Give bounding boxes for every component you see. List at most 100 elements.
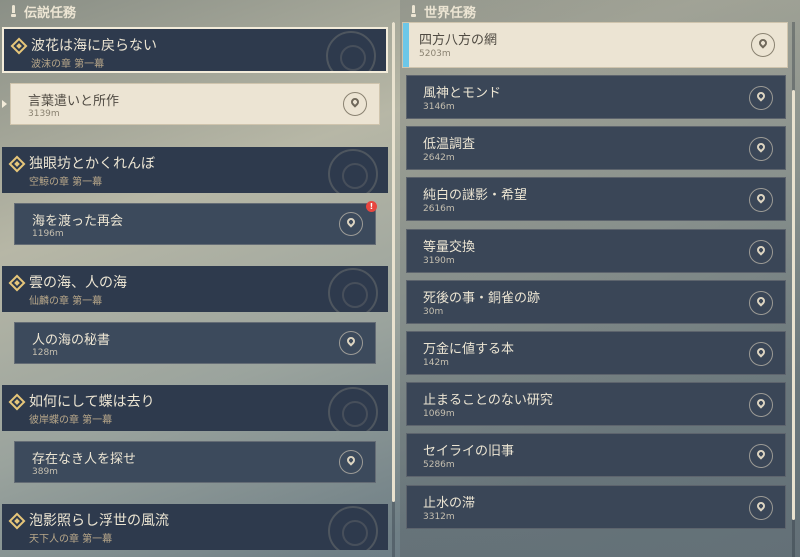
world-scrollbar[interactable] xyxy=(792,22,795,557)
legend-quest-panel: 伝説任務 波花は海に戻らない 波沫の章 第一幕 言葉遣いと所作 3139m 独眼… xyxy=(0,0,395,557)
navigate-button[interactable] xyxy=(339,212,363,236)
chapter-emblem-icon xyxy=(328,506,378,550)
quest-step-name: 人の海の秘書 xyxy=(32,333,111,348)
legend-scrollbar-thumb[interactable] xyxy=(392,22,395,502)
map-pin-icon xyxy=(755,90,767,102)
world-quest-distance: 5286m xyxy=(423,460,455,470)
world-quest-item[interactable]: 風神とモンド 3146m xyxy=(406,75,786,119)
navigate-button[interactable] xyxy=(749,444,773,468)
quest-step-name: 存在なき人を探せ xyxy=(32,452,137,467)
legend-quest-item[interactable]: 泡影照らし浮世の風流 天下人の章 第一幕 xyxy=(2,504,388,550)
map-pin-icon xyxy=(755,397,767,409)
legend-quest-item[interactable]: 如何にして蝶は去り 彼岸蝶の章 第一幕 xyxy=(2,385,388,431)
map-pin-icon xyxy=(757,37,769,49)
world-quest-distance: 2616m xyxy=(423,204,455,214)
world-quest-distance: 2642m xyxy=(423,153,455,163)
legend-quest-item[interactable]: 雲の海、人の海 仙麟の章 第一幕 xyxy=(2,266,388,312)
world-quest-item[interactable]: 純白の謎影・希望 2616m xyxy=(406,177,786,221)
map-pin-icon xyxy=(349,96,361,108)
legend-quest-name: 波花は海に戻らない xyxy=(31,38,157,54)
legend-diamond-icon xyxy=(8,274,26,292)
navigate-button[interactable] xyxy=(339,450,363,474)
world-quest-header: 世界任務 xyxy=(400,0,800,22)
navigate-button[interactable] xyxy=(343,92,367,116)
quest-step-name: 海を渡った再会 xyxy=(32,214,124,229)
world-quest-panel: 世界任務 四方八方の網 5203m 風神とモンド 3146m 低温調査 2642… xyxy=(400,0,800,557)
map-pin-icon xyxy=(755,448,767,460)
world-quest-item[interactable]: 死後の事・銅雀の跡 30m xyxy=(406,280,786,324)
world-quest-item[interactable]: セイライの旧事 5286m xyxy=(406,433,786,477)
notification-badge: ! xyxy=(366,201,377,212)
world-quest-name: セイライの旧事 xyxy=(423,444,515,459)
world-quest-item[interactable]: 四方八方の網 5203m xyxy=(402,22,788,68)
legend-quest-header: 伝説任務 xyxy=(0,0,392,22)
quest-step-item[interactable]: 言葉遣いと所作 3139m xyxy=(10,83,380,125)
legend-diamond-icon xyxy=(8,155,26,173)
world-quest-distance: 3312m xyxy=(423,512,455,522)
world-quest-item[interactable]: 万金に値する本 142m xyxy=(406,331,786,375)
legend-diamond-icon xyxy=(8,393,26,411)
quest-step-name: 言葉遣いと所作 xyxy=(28,94,120,109)
quest-step-distance: 3139m xyxy=(28,109,60,119)
map-pin-icon xyxy=(755,295,767,307)
world-quest-name: 死後の事・銅雀の跡 xyxy=(423,291,541,306)
world-quest-distance: 3146m xyxy=(423,102,455,112)
navigate-button[interactable] xyxy=(749,137,773,161)
map-pin-icon xyxy=(755,500,767,512)
exclamation-icon xyxy=(410,5,416,17)
legend-quest-chapter: 空鯨の章 第一幕 xyxy=(29,177,103,188)
legend-quest-name: 雲の海、人の海 xyxy=(29,275,127,291)
legend-diamond-icon xyxy=(8,512,26,530)
map-pin-icon xyxy=(755,244,767,256)
map-pin-icon xyxy=(345,335,357,347)
navigate-button[interactable] xyxy=(339,331,363,355)
world-quest-name: 風神とモンド xyxy=(423,86,502,101)
legend-diamond-icon xyxy=(10,37,28,55)
world-quest-name: 四方八方の網 xyxy=(419,33,498,48)
navigate-button[interactable] xyxy=(749,393,773,417)
map-pin-icon xyxy=(345,454,357,466)
navigate-button[interactable] xyxy=(749,240,773,264)
quest-step-item[interactable]: 存在なき人を探せ 389m xyxy=(14,441,376,483)
world-quest-header-label: 世界任務 xyxy=(424,5,477,21)
legend-quest-header-label: 伝説任務 xyxy=(24,5,77,21)
legend-quest-chapter: 仙麟の章 第一幕 xyxy=(29,296,103,307)
chapter-emblem-icon xyxy=(328,149,378,193)
legend-quest-item[interactable]: 独眼坊とかくれんぼ 空鯨の章 第一幕 xyxy=(2,147,388,193)
quest-step-item[interactable]: 海を渡った再会 1196m ! xyxy=(14,201,377,245)
legend-quest-name: 泡影照らし浮世の風流 xyxy=(29,513,169,529)
world-quest-name: 等量交換 xyxy=(423,240,476,255)
quest-step-distance: 1196m xyxy=(32,229,64,239)
exclamation-icon xyxy=(10,5,16,17)
selection-accent-bar xyxy=(403,23,409,67)
chapter-emblem-icon xyxy=(326,31,376,71)
map-pin-icon xyxy=(755,346,767,358)
navigate-button[interactable] xyxy=(749,188,773,212)
legend-quest-chapter: 天下人の章 第一幕 xyxy=(29,534,113,545)
world-quest-distance: 30m xyxy=(423,307,444,317)
world-quest-item[interactable]: 止まることのない研究 1069m xyxy=(406,382,786,426)
legend-quest-item[interactable]: 波花は海に戻らない 波沫の章 第一幕 xyxy=(2,27,388,73)
world-quest-distance: 142m xyxy=(423,358,449,368)
navigate-button[interactable] xyxy=(749,291,773,315)
quest-step-distance: 128m xyxy=(32,348,58,358)
legend-scrollbar[interactable] xyxy=(392,22,395,557)
legend-quest-name: 独眼坊とかくれんぼ xyxy=(29,156,155,172)
world-quest-item[interactable]: 等量交換 3190m xyxy=(406,229,786,273)
world-quest-item[interactable]: 止水の滞 3312m xyxy=(406,485,786,529)
world-quest-name: 止水の滞 xyxy=(423,496,476,511)
quest-step-item[interactable]: 人の海の秘書 128m xyxy=(14,322,376,364)
selection-arrow-icon xyxy=(2,100,7,108)
navigate-button[interactable] xyxy=(749,342,773,366)
chapter-emblem-icon xyxy=(328,268,378,312)
world-quest-item[interactable]: 低温調査 2642m xyxy=(406,126,786,170)
world-quest-name: 万金に値する本 xyxy=(423,342,515,357)
legend-quest-chapter: 波沫の章 第一幕 xyxy=(31,59,105,70)
map-pin-icon xyxy=(755,192,767,204)
navigate-button[interactable] xyxy=(751,33,775,57)
world-scrollbar-thumb[interactable] xyxy=(792,90,795,520)
navigate-button[interactable] xyxy=(749,496,773,520)
navigate-button[interactable] xyxy=(749,86,773,110)
world-quest-distance: 5203m xyxy=(419,49,451,59)
world-quest-name: 純白の謎影・希望 xyxy=(423,188,528,203)
